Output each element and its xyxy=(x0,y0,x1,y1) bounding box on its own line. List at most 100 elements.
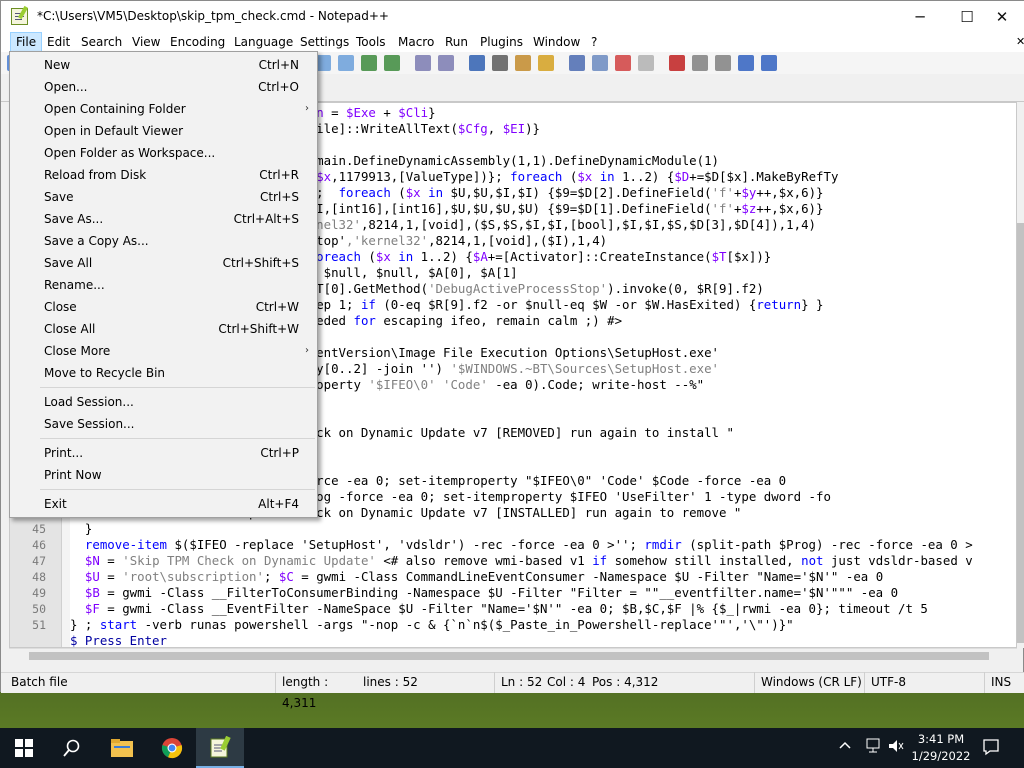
start-button[interactable] xyxy=(0,728,48,768)
code-token: ).invoke(0, $R[9].f2) xyxy=(607,281,764,296)
status-encoding[interactable]: UTF-8 xyxy=(864,672,984,693)
taskbar-notepadpp[interactable] xyxy=(196,728,244,768)
menu-encoding[interactable]: Encoding xyxy=(165,32,230,52)
stop-record-icon[interactable] xyxy=(692,55,708,71)
code-line[interactable]: $U = 'root\subscription'; $C = gwmi -Cla… xyxy=(70,569,883,585)
code-line[interactable]: } xyxy=(70,521,92,537)
folder-workspace-icon[interactable] xyxy=(615,55,631,71)
menu-item-shortcut: Alt+F4 xyxy=(258,497,299,511)
menu-macro[interactable]: Macro xyxy=(393,32,439,52)
code-line[interactable]: $F = gwmi -Class __EventFilter -NameSpac… xyxy=(70,601,928,617)
file-menu-item-exit[interactable]: Exit Alt+F4 xyxy=(12,493,315,515)
menu-item-label: Exit xyxy=(44,497,67,511)
menu-tools[interactable]: Tools xyxy=(351,32,391,52)
vertical-scroll-thumb[interactable] xyxy=(1017,223,1024,643)
code-token: $F xyxy=(84,601,100,616)
file-menu-item-print[interactable]: Print... Ctrl+P xyxy=(12,442,315,464)
file-menu-item-close-more[interactable]: Close More › xyxy=(12,340,315,362)
notification-icon[interactable] xyxy=(982,738,1000,759)
all-chars-icon[interactable] xyxy=(492,55,508,71)
code-line[interactable]: } ; start -verb runas powershell -args "… xyxy=(70,617,794,633)
code-token: } xyxy=(428,105,436,120)
menu-plugins[interactable]: Plugins xyxy=(475,32,528,52)
status-insert-mode[interactable]: INS xyxy=(984,672,1024,693)
code-token: +=$D[$x].MakeByRefTy xyxy=(689,169,839,184)
menu-language[interactable]: Language xyxy=(229,32,298,52)
line-number: 51 xyxy=(32,618,46,632)
menu-edit[interactable]: Edit xyxy=(42,32,75,52)
file-menu-item-open-in-default-viewer[interactable]: Open in Default Viewer xyxy=(12,120,315,142)
play-macro-icon[interactable] xyxy=(715,55,731,71)
menu-file[interactable]: File xyxy=(10,32,43,52)
menu-run[interactable]: Run xyxy=(440,32,473,52)
monitoring-icon[interactable] xyxy=(638,55,654,71)
function-list-icon[interactable] xyxy=(592,55,608,71)
file-menu-item-rename[interactable]: Rename... xyxy=(12,274,315,296)
file-menu-item-open-folder-as-workspace[interactable]: Open Folder as Workspace... xyxy=(12,142,315,164)
taskbar-clock[interactable]: 3:41 PM 1/29/2022 xyxy=(906,731,976,765)
record-macro-icon[interactable] xyxy=(669,55,685,71)
save-macro-icon[interactable] xyxy=(761,55,777,71)
sync-vertical-icon[interactable] xyxy=(415,55,431,71)
menu-item-label: Print Now xyxy=(44,468,102,482)
file-menu-item-close-all[interactable]: Close All Ctrl+Shift+W xyxy=(12,318,315,340)
code-line[interactable]: $B = gwmi -Class __FilterToConsumerBindi… xyxy=(70,585,898,601)
menu-view[interactable]: View xyxy=(127,32,165,52)
minimize-button[interactable]: ─ xyxy=(897,1,943,32)
chevron-up-icon[interactable] xyxy=(838,738,852,756)
file-menu-item-save[interactable]: Save Ctrl+S xyxy=(12,186,315,208)
menu-item-label: Reload from Disk xyxy=(44,168,147,182)
zoom-in-icon[interactable] xyxy=(361,55,377,71)
taskbar-search-button[interactable] xyxy=(48,728,96,768)
file-menu-item-new[interactable]: New Ctrl+N xyxy=(12,54,315,76)
volume-icon[interactable] xyxy=(888,738,904,758)
file-menu-item-reload-from-disk[interactable]: Reload from Disk Ctrl+R xyxy=(12,164,315,186)
file-menu-item-save-as[interactable]: Save As... Ctrl+Alt+S xyxy=(12,208,315,230)
menu-item-shortcut: Ctrl+R xyxy=(259,168,299,182)
title-bar[interactable]: *C:\Users\VM5\Desktop\skip_tpm_check.cmd… xyxy=(1,1,1024,32)
code-token: ,'kernel32' xyxy=(346,233,429,248)
menu-help[interactable]: ? xyxy=(586,32,602,52)
menu-item-label: Save a Copy As... xyxy=(44,234,149,248)
line-number: 50 xyxy=(32,602,46,616)
taskbar-chrome[interactable] xyxy=(148,728,196,768)
replace-icon[interactable] xyxy=(338,55,354,71)
close-button[interactable]: ✕ xyxy=(979,1,1024,32)
file-menu-item-save-a-copy-as[interactable]: Save a Copy As... xyxy=(12,230,315,252)
line-number: 46 xyxy=(32,538,46,552)
file-menu-item-open[interactable]: Open... Ctrl+O xyxy=(12,76,315,98)
file-menu-item-load-session[interactable]: Load Session... xyxy=(12,391,315,413)
file-menu-item-print-now[interactable]: Print Now xyxy=(12,464,315,486)
menu-window[interactable]: Window xyxy=(528,32,585,52)
code-token: -verb runas powershell -args "-nop -c & … xyxy=(137,617,794,632)
close-document-x-icon[interactable]: ✕ xyxy=(1011,32,1024,52)
menu-item-shortcut: Ctrl+Shift+W xyxy=(218,322,299,336)
status-eol[interactable]: Windows (CR LF) xyxy=(754,672,864,693)
code-token: $_Press_Enter xyxy=(70,633,167,648)
file-menu-item-move-to-recycle-bin[interactable]: Move to Recycle Bin xyxy=(12,362,315,384)
run-macro-multiple-icon[interactable] xyxy=(738,55,754,71)
code-token: = gwmi -Class CommandLineEventConsumer -… xyxy=(293,569,884,584)
menu-item-shortcut: Ctrl+W xyxy=(255,300,299,314)
indent-guide-icon[interactable] xyxy=(515,55,531,71)
zoom-out-icon[interactable] xyxy=(384,55,400,71)
network-icon[interactable] xyxy=(864,738,882,758)
horizontal-scroll-thumb[interactable] xyxy=(29,652,989,660)
code-line[interactable]: $N = 'Skip TPM Check on Dynamic Update' … xyxy=(70,553,973,569)
file-menu-item-save-all[interactable]: Save All Ctrl+Shift+S xyxy=(12,252,315,274)
file-menu-item-save-session[interactable]: Save Session... xyxy=(12,413,315,435)
menu-search[interactable]: Search xyxy=(76,32,127,52)
taskbar-file-explorer[interactable] xyxy=(98,728,146,768)
submenu-arrow-icon: › xyxy=(305,345,309,356)
code-line[interactable]: $_Press_Enter xyxy=(70,633,167,648)
sync-horizontal-icon[interactable] xyxy=(438,55,454,71)
udl-icon[interactable] xyxy=(538,55,554,71)
code-line[interactable]: remove-item $($IFEO -replace 'SetupHost'… xyxy=(70,537,973,553)
menu-settings[interactable]: Settings xyxy=(295,32,354,52)
doc-map-icon[interactable] xyxy=(569,55,585,71)
file-menu-item-close[interactable]: Close Ctrl+W xyxy=(12,296,315,318)
code-token: $x xyxy=(577,169,593,184)
menu-item-label: Rename... xyxy=(44,278,105,292)
file-menu-item-open-containing-folder[interactable]: Open Containing Folder › xyxy=(12,98,315,120)
word-wrap-icon[interactable] xyxy=(469,55,485,71)
